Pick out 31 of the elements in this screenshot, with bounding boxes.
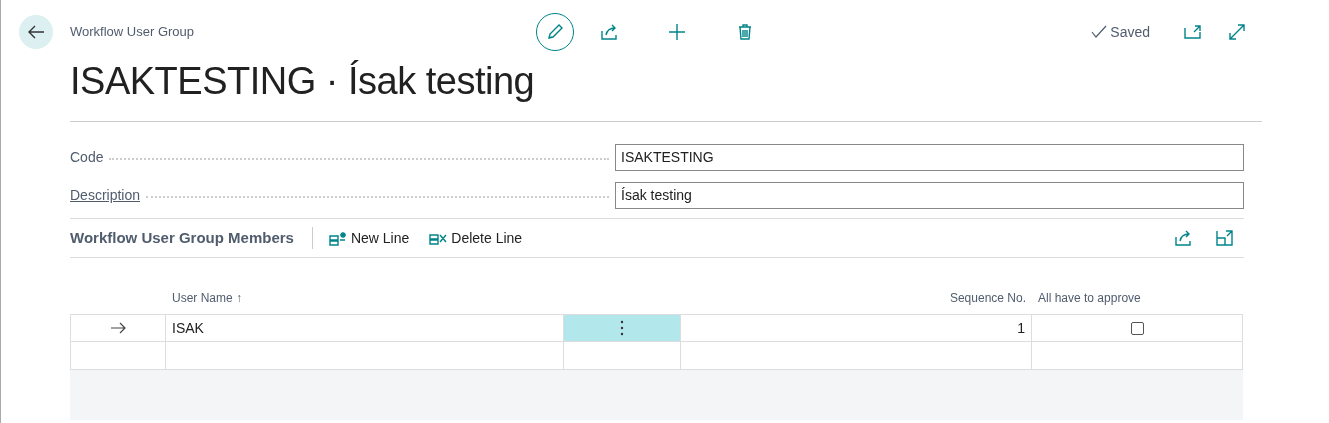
back-arrow-icon [27, 25, 45, 39]
input-field[interactable]: Ísak testing [615, 181, 1244, 209]
share-icon [1174, 229, 1192, 247]
expand-icon [1228, 23, 1246, 41]
field-label[interactable]: Description [70, 184, 141, 206]
column-header[interactable]: All have to approve [1038, 289, 1141, 307]
pencil-icon [546, 23, 564, 41]
table-cell: 1 [681, 314, 1032, 342]
column-header[interactable]: User Name ↑ [172, 289, 242, 307]
table-cell: ISAK [166, 314, 564, 342]
field-label: Code [70, 147, 104, 167]
saved-status: Saved [1110, 22, 1150, 42]
share-icon [600, 23, 618, 41]
back-button[interactable] [19, 15, 53, 49]
checkbox[interactable] [1130, 321, 1144, 335]
more-options-icon [620, 320, 624, 336]
row-menu-cell[interactable] [564, 314, 681, 342]
page-title: ISAKTESTING · Ísak testing [70, 59, 536, 104]
part-title: Workflow User Group Members [70, 227, 313, 249]
page-caption: Workflow User Group [70, 23, 194, 42]
new-line-button[interactable]: New Line [322, 227, 416, 249]
edit-button[interactable] [536, 13, 574, 51]
column-header[interactable]: Sequence No. [949, 289, 1026, 307]
delete-line-button[interactable]: Delete Line [423, 227, 529, 249]
external-window-icon [1184, 24, 1202, 40]
new-line-icon [328, 230, 347, 246]
check-icon [1091, 25, 1108, 39]
input-field[interactable]: ISAKTESTING [615, 143, 1244, 171]
trash-icon [736, 23, 754, 41]
external-window-icon [1216, 229, 1234, 247]
plus-icon [668, 23, 686, 41]
